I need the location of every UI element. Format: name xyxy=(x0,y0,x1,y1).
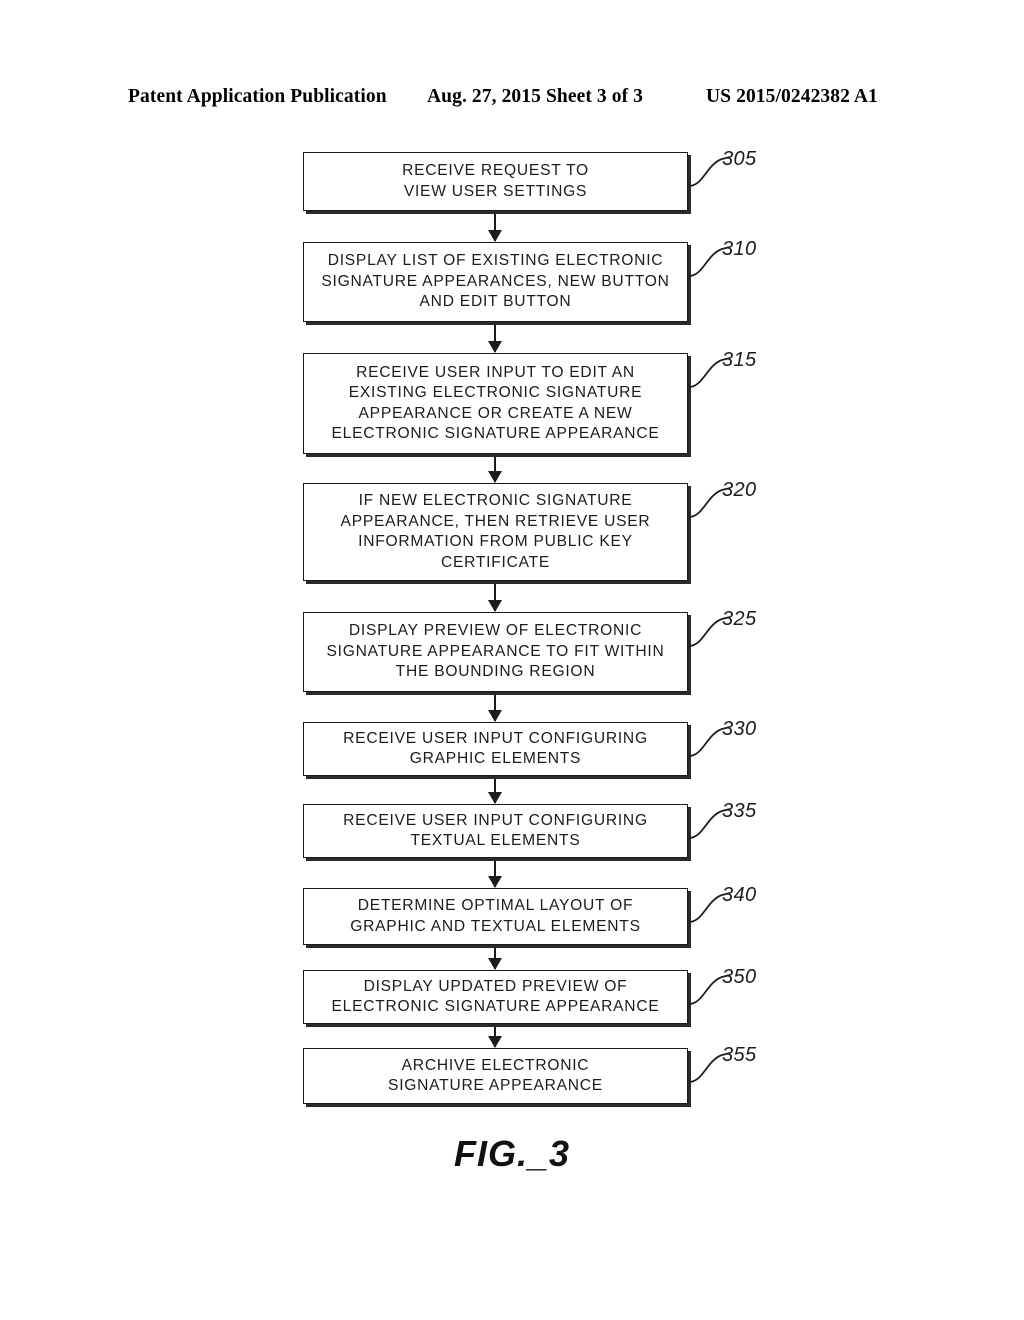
process-box-label: RECEIVE USER INPUT TO EDIT AN EXISTING E… xyxy=(331,363,660,443)
process-box-label: IF NEW ELECTRONIC SIGNATURE APPEARANCE, … xyxy=(340,492,651,571)
process-box-label: RECEIVE USER INPUT CONFIGURING GRAPHIC E… xyxy=(343,729,648,768)
leader-line-340 xyxy=(688,892,731,923)
leader-line-350 xyxy=(688,974,731,1005)
process-box-325: DISPLAY PREVIEW OF ELECTRONIC SIGNATURE … xyxy=(303,612,688,692)
leader-line-315 xyxy=(688,357,731,388)
process-box-label: ARCHIVE ELECTRONIC SIGNATURE APPEARANCE xyxy=(388,1056,603,1095)
process-box-label: RECEIVE REQUEST TO VIEW USER SETTINGS xyxy=(402,162,589,200)
connector-arrow-325-to-330 xyxy=(488,695,502,722)
process-box-330: RECEIVE USER INPUT CONFIGURING GRAPHIC E… xyxy=(303,722,688,776)
process-box-label: DISPLAY LIST OF EXISTING ELECTRONIC SIGN… xyxy=(321,252,670,311)
leader-line-305 xyxy=(688,156,731,187)
process-box-350: DISPLAY UPDATED PREVIEW OF ELECTRONIC SI… xyxy=(303,970,688,1024)
process-box-label: RECEIVE USER INPUT CONFIGURING TEXTUAL E… xyxy=(343,811,648,850)
connector-arrow-330-to-335 xyxy=(488,779,502,804)
process-box-310: DISPLAY LIST OF EXISTING ELECTRONIC SIGN… xyxy=(303,242,688,322)
connector-arrow-310-to-315 xyxy=(488,325,502,353)
connector-arrow-320-to-325 xyxy=(488,584,502,612)
leader-line-355 xyxy=(688,1052,731,1083)
process-box-305: RECEIVE REQUEST TO VIEW USER SETTINGS xyxy=(303,152,688,211)
connector-arrow-335-to-340 xyxy=(488,861,502,888)
connector-arrow-305-to-310 xyxy=(488,214,502,242)
process-box-label: DISPLAY UPDATED PREVIEW OF ELECTRONIC SI… xyxy=(331,977,660,1016)
process-box-335: RECEIVE USER INPUT CONFIGURING TEXTUAL E… xyxy=(303,804,688,858)
leader-line-310 xyxy=(688,246,731,277)
leader-line-320 xyxy=(688,487,731,518)
leader-line-335 xyxy=(688,808,731,839)
process-box-315: RECEIVE USER INPUT TO EDIT AN EXISTING E… xyxy=(303,353,688,454)
connector-arrow-340-to-350 xyxy=(488,948,502,970)
connector-arrow-315-to-320 xyxy=(488,457,502,483)
process-box-320: IF NEW ELECTRONIC SIGNATURE APPEARANCE, … xyxy=(303,483,688,581)
flowchart-figure: RECEIVE REQUEST TO VIEW USER SETTINGS 305… xyxy=(0,0,1024,1320)
connector-arrow-350-to-355 xyxy=(488,1027,502,1048)
figure-caption: FIG._3 xyxy=(453,1133,571,1174)
leader-line-330 xyxy=(688,726,731,757)
process-box-label: DETERMINE OPTIMAL LAYOUT OF GRAPHIC AND … xyxy=(350,897,641,935)
process-box-340: DETERMINE OPTIMAL LAYOUT OF GRAPHIC AND … xyxy=(303,888,688,945)
process-box-355: ARCHIVE ELECTRONIC SIGNATURE APPEARANCE xyxy=(303,1048,688,1104)
leader-line-325 xyxy=(688,616,731,647)
process-box-label: DISPLAY PREVIEW OF ELECTRONIC SIGNATURE … xyxy=(326,622,665,681)
